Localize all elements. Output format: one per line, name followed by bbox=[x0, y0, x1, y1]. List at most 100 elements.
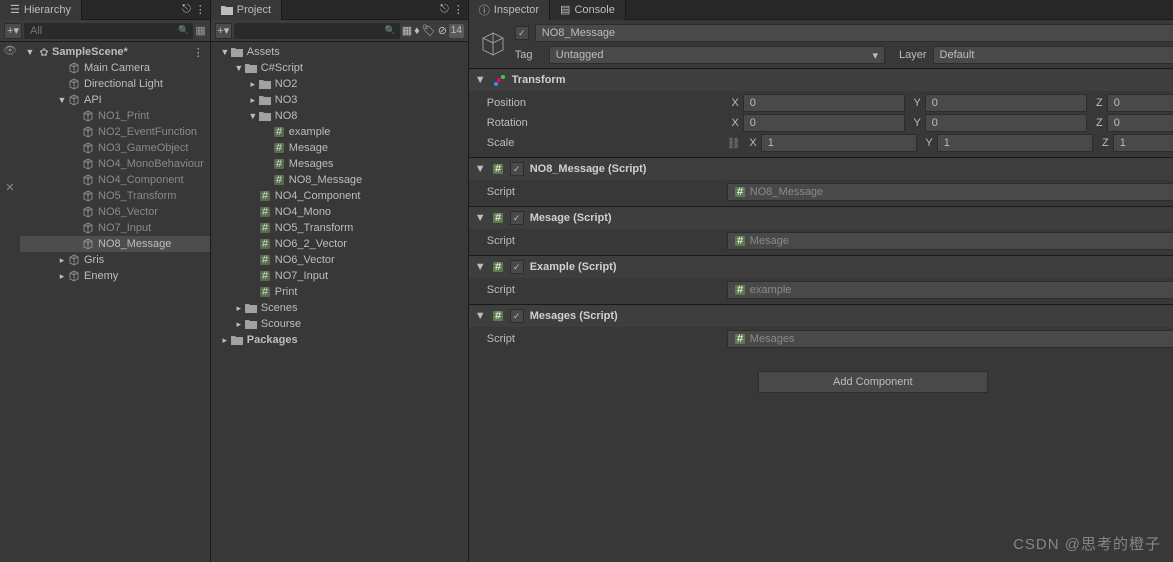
script-icon: # bbox=[492, 212, 504, 224]
project-item[interactable]: #NO7_Input bbox=[211, 268, 468, 284]
cube-icon bbox=[68, 78, 84, 90]
gameobject-icon[interactable] bbox=[477, 28, 509, 60]
hierarchy-item[interactable]: NO3_GameObject bbox=[20, 140, 210, 156]
component-header[interactable]: ▼ # ✓ NO8_Message (Script) ? ⇄ ⋮ bbox=[469, 158, 1173, 180]
hierarchy-item[interactable]: ▼API bbox=[20, 92, 210, 108]
tag-label: Tag bbox=[515, 49, 543, 61]
svg-text:#: # bbox=[737, 333, 744, 345]
script-icon: # bbox=[734, 284, 746, 296]
hierarchy-item[interactable]: NO4_Component bbox=[20, 172, 210, 188]
hierarchy-item[interactable]: ▸Gris bbox=[20, 252, 210, 268]
position-y-input[interactable] bbox=[925, 94, 1087, 112]
hierarchy-item[interactable]: NO4_MonoBehaviour bbox=[20, 156, 210, 172]
project-item[interactable]: #NO5_Transform bbox=[211, 220, 468, 236]
project-item[interactable]: #NO8_Message bbox=[211, 172, 468, 188]
svg-text:#: # bbox=[262, 286, 269, 298]
project-item[interactable]: #Mesages bbox=[211, 156, 468, 172]
project-item[interactable]: ▸Packages bbox=[211, 332, 468, 348]
cube-icon bbox=[82, 190, 98, 202]
scene-row[interactable]: ▼ ✿ SampleScene* ⋮ bbox=[20, 44, 210, 60]
hierarchy-item[interactable]: NO8_Message bbox=[20, 236, 210, 252]
scene-menu-icon[interactable]: ⋮ bbox=[193, 46, 204, 59]
project-item[interactable]: ▸NO2 bbox=[211, 76, 468, 92]
hierarchy-item[interactable]: NO5_Transform bbox=[20, 188, 210, 204]
project-item[interactable]: ▸NO3 bbox=[211, 92, 468, 108]
script-field[interactable]: # Mesages ⊙ bbox=[727, 330, 1173, 348]
rotation-x-input[interactable] bbox=[743, 114, 905, 132]
project-item[interactable]: #example bbox=[211, 124, 468, 140]
menu-icon[interactable]: ⋮ bbox=[453, 3, 464, 16]
script-field[interactable]: # example ⊙ bbox=[727, 281, 1173, 299]
project-item[interactable]: #NO6_2_Vector bbox=[211, 236, 468, 252]
layer-dropdown[interactable]: Default▾ bbox=[933, 46, 1173, 64]
scale-z-input[interactable] bbox=[1113, 134, 1173, 152]
svg-text:#: # bbox=[262, 222, 269, 234]
tag-dropdown[interactable]: Untagged▾ bbox=[549, 46, 885, 64]
scale-y-input[interactable] bbox=[937, 134, 1093, 152]
project-tab[interactable]: Project bbox=[211, 0, 282, 20]
project-item[interactable]: ▼C#Script bbox=[211, 60, 468, 76]
script-field[interactable]: # NO8_Message ⊙ bbox=[727, 183, 1173, 201]
rotation-label: Rotation bbox=[487, 117, 727, 129]
hierarchy-item[interactable]: ▸Enemy bbox=[20, 268, 210, 284]
hierarchy-item[interactable]: NO6_Vector bbox=[20, 204, 210, 220]
menu-icon[interactable]: ⋮ bbox=[195, 3, 206, 16]
component-enabled-checkbox[interactable]: ✓ bbox=[510, 309, 524, 323]
position-x-input[interactable] bbox=[743, 94, 905, 112]
hierarchy-item[interactable]: NO2_EventFunction bbox=[20, 124, 210, 140]
project-item[interactable]: ▸Scourse bbox=[211, 316, 468, 332]
create-button[interactable]: +▾ bbox=[4, 23, 22, 39]
layer-label: Layer bbox=[891, 49, 927, 61]
hierarchy-tab[interactable]: ☰ Hierarchy bbox=[0, 0, 82, 20]
filter-icon-2[interactable]: ♦ bbox=[414, 25, 420, 37]
gutter-visibility-icon[interactable]: 👁 bbox=[3, 44, 17, 57]
hidden-icon[interactable]: ⊘ bbox=[438, 24, 447, 37]
inspector-tab[interactable]: ⓘ Inspector bbox=[469, 0, 550, 20]
gameobject-name-input[interactable] bbox=[535, 24, 1173, 42]
inspector-icon: ⓘ bbox=[479, 2, 490, 18]
project-item[interactable]: #NO4_Mono bbox=[211, 204, 468, 220]
hierarchy-item[interactable]: NO7_Input bbox=[20, 220, 210, 236]
component-header[interactable]: ▼ # ✓ Example (Script) ? ⇄ ⋮ bbox=[469, 256, 1173, 278]
scale-x-input[interactable] bbox=[761, 134, 917, 152]
component-header[interactable]: ▼ # ✓ Mesages (Script) ? ⇄ ⋮ bbox=[469, 305, 1173, 327]
active-checkbox[interactable]: ✓ bbox=[515, 26, 529, 40]
project-item[interactable]: #Print bbox=[211, 284, 468, 300]
link-icon[interactable]: ⛓ bbox=[727, 137, 741, 150]
component-enabled-checkbox[interactable]: ✓ bbox=[510, 260, 524, 274]
rotation-z-input[interactable] bbox=[1107, 114, 1173, 132]
project-search-input[interactable] bbox=[234, 23, 400, 39]
component-header[interactable]: ▼ # ✓ Mesage (Script) ? ⇄ ⋮ bbox=[469, 207, 1173, 229]
svg-text:#: # bbox=[737, 235, 744, 247]
project-item[interactable]: #Mesage bbox=[211, 140, 468, 156]
project-item[interactable]: ▸Scenes bbox=[211, 300, 468, 316]
hierarchy-item[interactable]: Directional Light bbox=[20, 76, 210, 92]
project-item[interactable]: ▼NO8 bbox=[211, 108, 468, 124]
filter-icon[interactable]: ▦ bbox=[402, 24, 412, 37]
add-component-button[interactable]: Add Component bbox=[758, 371, 988, 393]
svg-text:#: # bbox=[495, 212, 502, 224]
script-icon: # bbox=[492, 163, 504, 175]
position-z-input[interactable] bbox=[1107, 94, 1173, 112]
svg-text:#: # bbox=[262, 270, 269, 282]
component-enabled-checkbox[interactable]: ✓ bbox=[510, 162, 524, 176]
lock-icon[interactable]: ⎋ bbox=[182, 3, 191, 16]
transform-header[interactable]: ▼ Transform ? ⇄ ⋮ bbox=[469, 69, 1173, 91]
tag-filter-icon[interactable]: 🏷 bbox=[422, 24, 436, 37]
hierarchy-item[interactable]: NO1_Print bbox=[20, 108, 210, 124]
console-tab[interactable]: ▤ Console bbox=[550, 0, 626, 20]
lock-icon[interactable]: ⎋ bbox=[440, 3, 449, 16]
script-field[interactable]: # Mesage ⊙ bbox=[727, 232, 1173, 250]
search-scope-icon[interactable]: ▦ bbox=[195, 24, 205, 37]
hierarchy-search-input[interactable] bbox=[24, 23, 193, 39]
rotation-y-input[interactable] bbox=[925, 114, 1087, 132]
gutter-pick-icon[interactable]: ✕ bbox=[5, 181, 14, 194]
cs-icon: # bbox=[259, 270, 275, 282]
project-item[interactable]: #NO6_Vector bbox=[211, 252, 468, 268]
create-button[interactable]: +▾ bbox=[215, 23, 232, 39]
cs-icon: # bbox=[273, 158, 289, 170]
project-item[interactable]: #NO4_Component bbox=[211, 188, 468, 204]
project-item[interactable]: ▼Assets bbox=[211, 44, 468, 60]
component-enabled-checkbox[interactable]: ✓ bbox=[510, 211, 524, 225]
hierarchy-item[interactable]: Main Camera bbox=[20, 60, 210, 76]
